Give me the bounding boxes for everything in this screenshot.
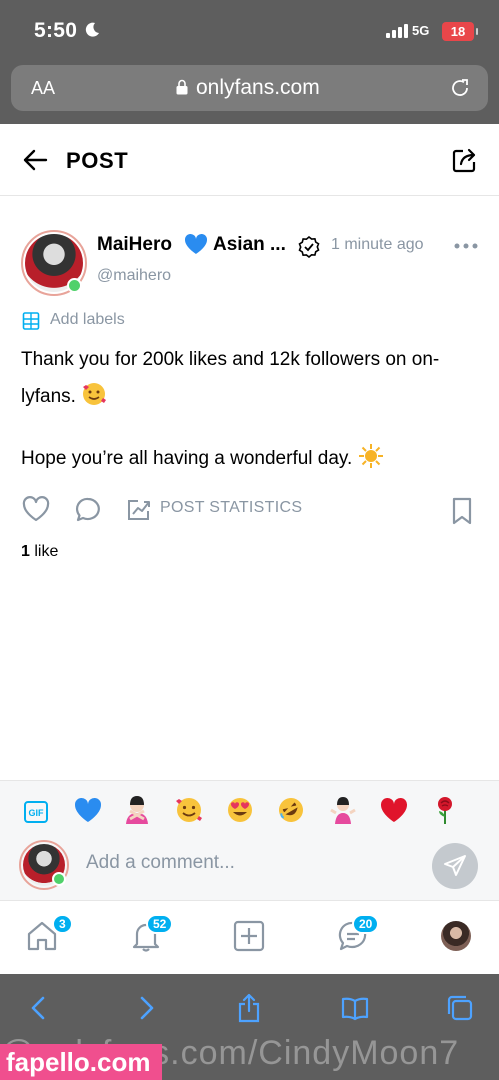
lock-icon bbox=[176, 79, 188, 95]
back-arrow-icon[interactable] bbox=[22, 148, 48, 172]
share-icon[interactable] bbox=[451, 146, 479, 174]
verified-icon bbox=[298, 236, 320, 258]
likes-count[interactable]: 1 like bbox=[21, 543, 58, 561]
emoji-blue-heart[interactable] bbox=[73, 795, 103, 825]
add-post-icon[interactable] bbox=[232, 919, 266, 953]
text-size-button[interactable]: AA bbox=[31, 78, 55, 99]
forward-icon[interactable] bbox=[131, 993, 161, 1023]
emoji-woman-shrugging[interactable] bbox=[328, 795, 358, 825]
comment-input[interactable] bbox=[86, 848, 416, 878]
emoji-rose[interactable] bbox=[430, 795, 460, 825]
url-text[interactable]: onlyfans.com bbox=[196, 76, 320, 100]
online-indicator bbox=[67, 278, 82, 293]
reload-icon[interactable] bbox=[449, 77, 471, 99]
post-timestamp: 1 minute ago bbox=[331, 236, 424, 253]
author-name[interactable]: MaiHero bbox=[97, 234, 172, 256]
back-icon[interactable] bbox=[24, 993, 54, 1023]
send-icon bbox=[444, 855, 466, 876]
home-badge: 3 bbox=[52, 914, 73, 934]
post-statistics-icon[interactable] bbox=[126, 497, 152, 523]
like-heart-icon[interactable] bbox=[22, 496, 50, 522]
browser-top-chrome: 5:50 5G 18 AA onlyfans.com bbox=[0, 0, 499, 124]
post-text-line: Hope you’re all having a wonderful day. bbox=[21, 443, 384, 475]
messages-badge: 20 bbox=[352, 914, 380, 934]
author-handle[interactable]: @maihero bbox=[97, 267, 171, 285]
emoji-woman-gesturing-no[interactable] bbox=[122, 795, 152, 825]
moon-icon bbox=[85, 22, 99, 37]
bottom-navigation: 3 52 20 bbox=[0, 900, 499, 974]
more-options-icon[interactable] bbox=[454, 242, 478, 250]
post-statistics-button[interactable]: POST STATISTICS bbox=[160, 499, 302, 517]
notifications-badge: 52 bbox=[146, 914, 174, 934]
sun-icon bbox=[358, 443, 384, 475]
quick-emoji-bar: GIF bbox=[0, 780, 499, 838]
post-header: POST bbox=[0, 124, 499, 196]
send-comment-button[interactable] bbox=[432, 843, 478, 889]
bookmarks-icon[interactable] bbox=[340, 993, 370, 1023]
add-labels-link[interactable]: Add labels bbox=[50, 311, 125, 329]
blue-heart-icon bbox=[184, 233, 208, 254]
author-name-suffix[interactable]: Asian ... bbox=[213, 234, 286, 256]
gif-icon[interactable]: GIF bbox=[24, 801, 48, 823]
status-time: 5:50 bbox=[34, 19, 78, 42]
post-text-line: lyfans. bbox=[21, 381, 107, 413]
profile-avatar[interactable] bbox=[441, 921, 471, 951]
labels-icon[interactable] bbox=[22, 311, 40, 331]
emoji-heart-eyes[interactable] bbox=[225, 795, 255, 825]
watermark-site: fapello.com bbox=[0, 1044, 162, 1080]
svg-text:GIF: GIF bbox=[29, 808, 45, 818]
emoji-red-heart[interactable] bbox=[379, 795, 409, 825]
page-title: POST bbox=[66, 148, 129, 173]
bookmark-icon[interactable] bbox=[451, 497, 473, 525]
comment-icon[interactable] bbox=[74, 496, 102, 524]
comment-composer bbox=[0, 838, 499, 900]
signal-icon bbox=[386, 24, 408, 38]
smiling-face-with-hearts-icon bbox=[81, 381, 107, 413]
tabs-icon[interactable] bbox=[445, 993, 475, 1023]
emoji-smiling-face-with-hearts[interactable] bbox=[174, 795, 204, 825]
network-label: 5G bbox=[412, 23, 430, 38]
post-text-line: Thank you for 200k likes and 12k followe… bbox=[21, 349, 440, 370]
battery-indicator: 18 bbox=[442, 22, 478, 41]
share-sheet-icon[interactable] bbox=[234, 993, 264, 1023]
online-indicator bbox=[52, 872, 66, 886]
emoji-rolling-laughing[interactable] bbox=[276, 795, 306, 825]
address-bar[interactable]: AA onlyfans.com bbox=[11, 65, 488, 111]
